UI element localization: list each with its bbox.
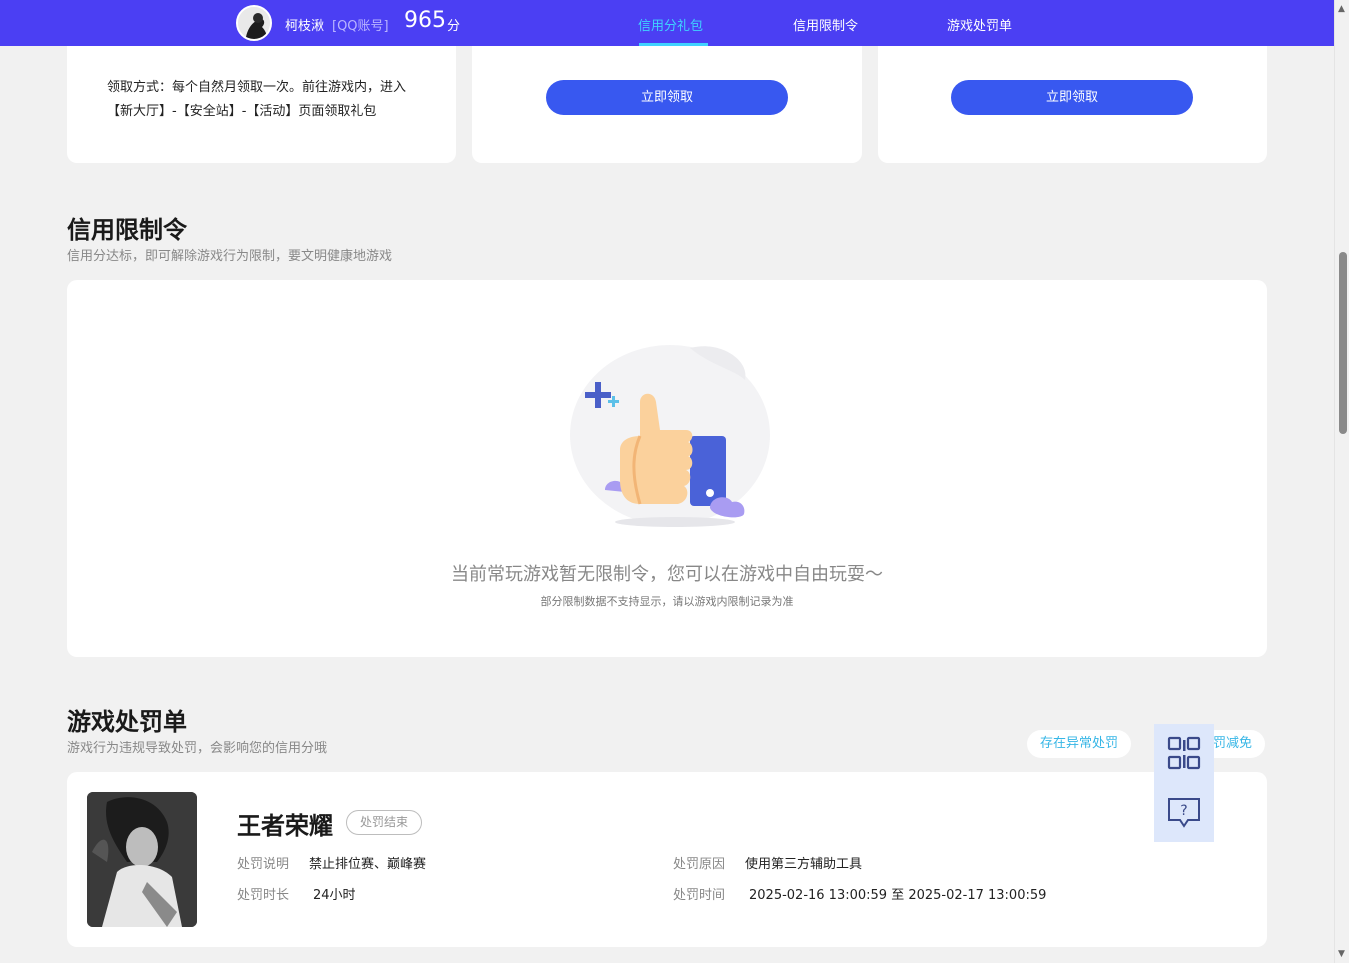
gift-claim-note: 领取方式：每个自然月领取一次。前往游戏内，进入【新大厅】-【安全站】-【活动】页… xyxy=(107,80,407,119)
credit-score-unit: 分 xyxy=(447,19,461,34)
credit-score: 965 xyxy=(404,8,446,33)
game-cover-image xyxy=(87,792,197,927)
help-chat-icon: ? xyxy=(1168,798,1200,828)
avatar[interactable] xyxy=(236,5,272,41)
game-name: 王者荣耀 xyxy=(237,812,333,840)
tab-game-penalty[interactable]: 游戏处罚单 xyxy=(947,15,1012,34)
penalty-desc-label: 处罚说明 xyxy=(237,857,290,872)
restriction-section-title: 信用限制令 xyxy=(67,216,187,244)
tab-credit-gift[interactable]: 信用分礼包 xyxy=(638,15,703,34)
help-button[interactable]: ? xyxy=(1154,784,1214,842)
penalty-section-subtitle: 游戏行为违规导致处罚，会影响您的信用分哦 xyxy=(67,741,328,756)
top-nav-bar: 柯枝湫 [QQ账号] 965 分 信用分礼包 信用限制令 游戏处罚单 xyxy=(0,0,1334,46)
qr-code-icon xyxy=(1167,736,1201,770)
restriction-section-subtitle: 信用分达标，即可解除游戏行为限制，要文明健康地游戏 xyxy=(67,249,393,264)
scroll-up-arrow-icon[interactable]: ▲ xyxy=(1338,4,1345,14)
penalty-time-value: 2025-02-16 13:00:59 至 2025-02-17 13:00:5… xyxy=(749,888,1047,903)
claim-button-2[interactable]: 立即领取 xyxy=(951,80,1193,115)
restriction-empty-message: 当前常玩游戏暂无限制令，您可以在游戏中自由玩耍～ xyxy=(451,564,883,585)
game-character-art xyxy=(87,792,197,927)
claim-button-1[interactable]: 立即领取 xyxy=(546,80,788,115)
penalty-reason-label: 处罚原因 xyxy=(673,857,726,872)
penalty-time-label: 处罚时间 xyxy=(673,888,726,903)
qr-code-button[interactable] xyxy=(1154,724,1214,782)
abnormal-penalty-link[interactable]: 存在异常处罚 xyxy=(1027,730,1132,758)
active-tab-underline xyxy=(639,43,708,46)
penalty-desc-value: 禁止排位赛、巅峰赛 xyxy=(309,857,427,872)
penalty-section-title: 游戏处罚单 xyxy=(67,708,187,736)
username: 柯枝湫 xyxy=(285,19,325,34)
svg-text:?: ? xyxy=(1180,803,1187,819)
tab-credit-restriction[interactable]: 信用限制令 xyxy=(793,15,858,34)
penalty-reason-value: 使用第三方辅助工具 xyxy=(745,857,863,872)
page-scrollbar[interactable]: ▲ ▼ xyxy=(1334,0,1349,963)
penalty-duration-label: 处罚时长 xyxy=(237,888,290,903)
scrollbar-thumb[interactable] xyxy=(1339,252,1347,434)
thumbs-up-illustration xyxy=(570,345,770,527)
restriction-empty-note: 部分限制数据不支持显示，请以游戏内限制记录为准 xyxy=(540,595,794,608)
status-badge: 处罚结束 xyxy=(346,810,423,835)
penalty-duration-value: 24小时 xyxy=(313,888,356,903)
scroll-down-arrow-icon[interactable]: ▼ xyxy=(1338,949,1345,959)
account-type: [QQ账号] xyxy=(332,19,389,34)
floating-tool-panel: ? xyxy=(1154,724,1214,842)
avatar-image xyxy=(238,7,270,39)
